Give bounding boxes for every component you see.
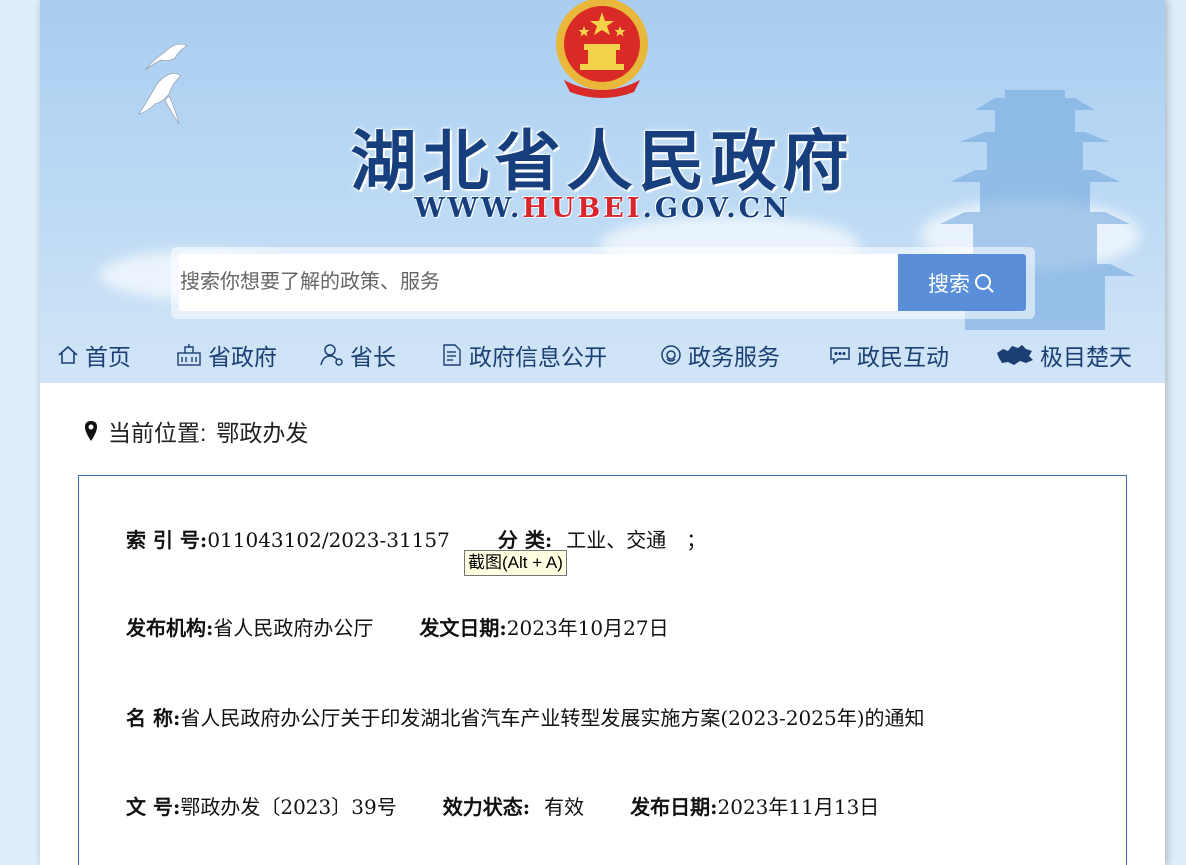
nav-item-jimu-chutian[interactable]: 极目楚天 xyxy=(996,338,1132,372)
search-button-label: 搜索 xyxy=(928,272,970,296)
page-container: 湖北省人民政府 WWW.HUBEI.GOV.CN 搜索 首页 省政府 xyxy=(40,0,1165,865)
url-middle: HUBEI xyxy=(522,193,643,224)
status-value: 有效 xyxy=(544,795,585,819)
nav-item-label: 首页 xyxy=(85,344,131,370)
search-button[interactable]: 搜索 xyxy=(898,254,1026,311)
issue-date-value: 2023年10月27日 xyxy=(506,616,669,640)
person-icon xyxy=(320,344,343,366)
document-icon xyxy=(443,344,461,366)
screenshot-tooltip: 截图(Alt + A) xyxy=(464,550,567,576)
home-icon xyxy=(58,345,78,364)
nav-item-label: 政务服务 xyxy=(688,344,780,370)
info-row-issuer: 发布机构:省人民政府办公厅 发文日期:2023年10月27日 xyxy=(126,612,669,641)
nav-item-label: 极目楚天 xyxy=(1040,344,1132,370)
status-label: 效力状态: xyxy=(442,795,531,819)
nav-item-home[interactable]: 首页 xyxy=(57,338,131,372)
nav-item-gov-services[interactable]: 政务服务 xyxy=(660,338,780,372)
category-label: 分 类: xyxy=(497,528,553,552)
doc-number-value: 鄂政办发〔2023〕39号 xyxy=(180,795,397,819)
name-label: 名 称: xyxy=(126,706,181,730)
url-prefix: WWW. xyxy=(414,193,523,224)
breadcrumb: 当前位置: 鄂政办发 xyxy=(84,414,308,448)
breadcrumb-current: 鄂政办发 xyxy=(216,420,309,446)
info-row-name: 名 称:省人民政府办公厅关于印发湖北省汽车产业转型发展实施方案(2023-202… xyxy=(126,702,925,731)
chat-icon xyxy=(830,347,850,365)
building-icon xyxy=(177,344,201,366)
service-icon xyxy=(661,345,681,365)
location-pin-icon xyxy=(85,421,97,441)
main-nav: 首页 省政府 省长 政府信息公开 政务服务 政民互动 极目楚天 xyxy=(40,330,1165,378)
nav-item-interaction[interactable]: 政民互动 xyxy=(829,338,949,372)
breadcrumb-label: 当前位置: xyxy=(108,420,207,446)
search-input[interactable] xyxy=(179,254,900,311)
search-bar: 搜索 xyxy=(171,247,1035,319)
nav-item-gov-info[interactable]: 政府信息公开 xyxy=(441,338,607,372)
hubei-map-icon xyxy=(997,345,1033,365)
national-emblem-icon xyxy=(556,0,648,98)
doc-number-label: 文 号: xyxy=(126,795,181,819)
index-value: 011043102/2023-31157 xyxy=(207,528,450,552)
document-info-box: 索 引 号:011043102/2023-31157 分 类: 工业、交通 ； 发布… xyxy=(78,475,1127,865)
site-title: 湖北省人民政府 xyxy=(350,122,855,200)
header-banner: 湖北省人民政府 WWW.HUBEI.GOV.CN 搜索 首页 省政府 xyxy=(40,0,1165,383)
publish-date-value: 2023年11月13日 xyxy=(717,795,880,819)
nav-item-governor[interactable]: 省长 xyxy=(320,338,396,372)
info-row-index: 索 引 号:011043102/2023-31157 分 类: 工业、交通 ； xyxy=(126,524,706,553)
category-value: 工业、交通 ； xyxy=(566,528,707,552)
nav-item-province-government[interactable]: 省政府 xyxy=(176,338,277,372)
info-row-doc-number: 文 号:鄂政办发〔2023〕39号 效力状态: 有效 发布日期:2023年11月13日 xyxy=(126,791,879,820)
index-label: 索 引 号: xyxy=(126,528,208,552)
issuer-value: 省人民政府办公厅 xyxy=(213,616,374,640)
site-url[interactable]: WWW.HUBEI.GOV.CN xyxy=(40,193,1165,224)
nav-item-label: 政府信息公开 xyxy=(469,344,607,370)
nav-item-label: 省长 xyxy=(350,344,396,370)
name-value: 省人民政府办公厅关于印发湖北省汽车产业转型发展实施方案(2023-2025年)的… xyxy=(180,706,925,730)
search-icon xyxy=(975,273,994,293)
url-suffix: .GOV.CN xyxy=(642,193,791,224)
nav-item-label: 省政府 xyxy=(208,344,277,370)
nav-item-label: 政民互动 xyxy=(857,344,949,370)
publish-date-label: 发布日期: xyxy=(630,795,718,819)
issuer-label: 发布机构: xyxy=(126,616,214,640)
issue-date-label: 发文日期: xyxy=(419,616,507,640)
